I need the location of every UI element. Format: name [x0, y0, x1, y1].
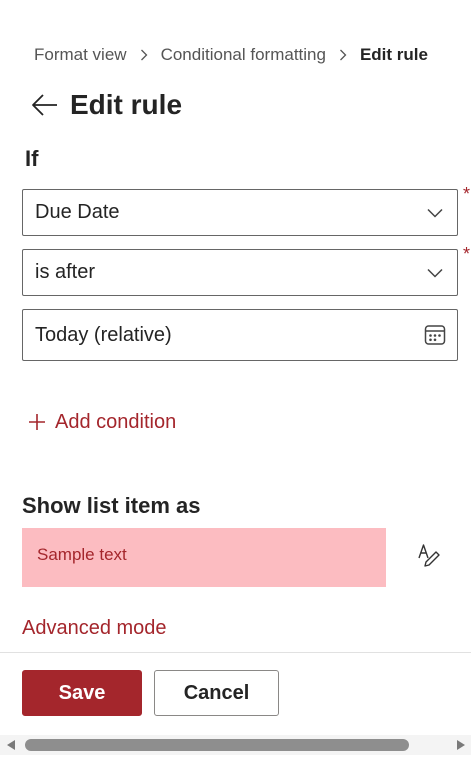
sample-text-preview: Sample text [22, 528, 386, 587]
text-style-icon [417, 543, 441, 574]
back-arrow-icon[interactable] [30, 90, 60, 120]
field-select-value: Due Date [35, 201, 120, 223]
breadcrumb-item-format-view[interactable]: Format view [34, 45, 127, 65]
plus-icon [27, 412, 47, 432]
calendar-icon[interactable] [413, 324, 457, 346]
chevron-right-icon [339, 49, 347, 61]
required-marker: * [463, 244, 471, 264]
title-row: Edit rule [30, 88, 182, 122]
scroll-right-icon[interactable] [457, 740, 465, 750]
chevron-down-icon [413, 208, 457, 218]
page-title: Edit rule [70, 89, 183, 120]
edit-style-button[interactable] [412, 543, 446, 573]
if-heading: If [25, 146, 39, 171]
add-condition-label: Add condition [55, 410, 177, 433]
value-date-input-text: Today (relative) [35, 323, 172, 346]
advanced-mode-link[interactable]: Advanced mode [22, 617, 167, 640]
scrollbar-thumb[interactable] [25, 739, 409, 751]
horizontal-scrollbar[interactable] [0, 735, 471, 755]
chevron-right-icon [140, 49, 148, 61]
show-list-item-heading: Show list item as [22, 493, 201, 518]
chevron-down-icon [413, 268, 457, 278]
field-select[interactable]: Due Date [22, 189, 458, 236]
add-condition-button[interactable]: Add condition [27, 406, 176, 438]
breadcrumb-item-conditional-formatting[interactable]: Conditional formatting [161, 45, 326, 65]
sample-text: Sample text [37, 545, 127, 564]
breadcrumb-item-current: Edit rule [359, 45, 428, 64]
cancel-button[interactable]: Cancel [154, 670, 279, 716]
value-date-input[interactable]: Today (relative) [22, 309, 458, 361]
scroll-left-icon[interactable] [7, 740, 15, 750]
required-marker: * [463, 184, 471, 204]
operator-select-value: is after [35, 261, 96, 283]
footer-divider [0, 652, 471, 653]
breadcrumb: Format view Conditional formatting Edit … [34, 44, 428, 66]
operator-select[interactable]: is after [22, 249, 458, 296]
save-button[interactable]: Save [22, 670, 142, 716]
